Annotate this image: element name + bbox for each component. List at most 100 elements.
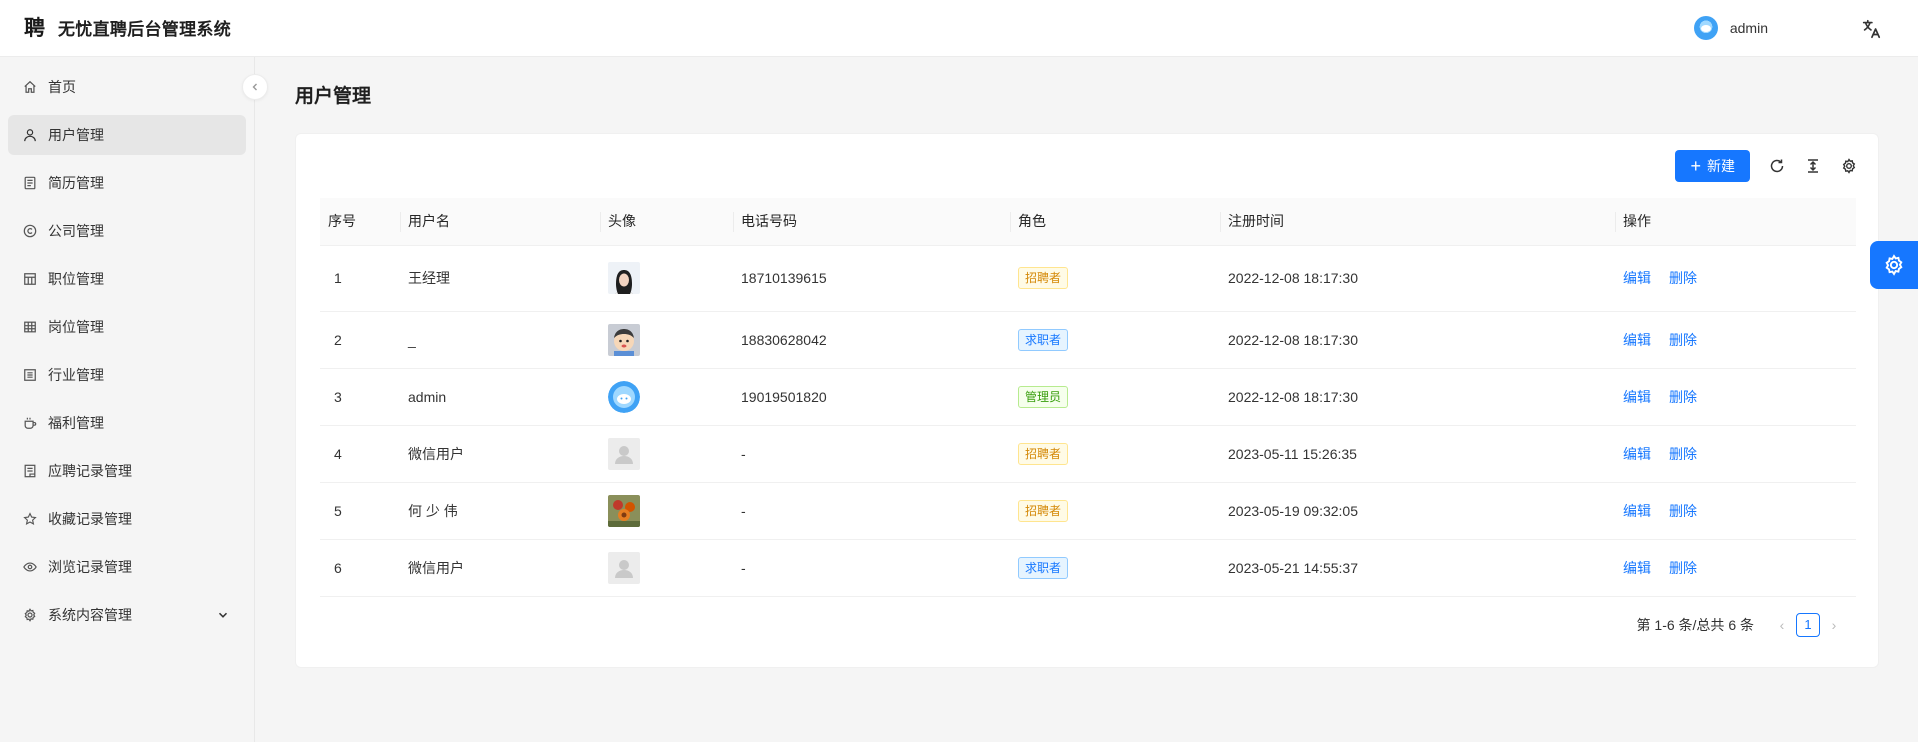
home-icon bbox=[22, 79, 38, 95]
role-tag: 招聘者 bbox=[1018, 499, 1069, 522]
cell-username: _ bbox=[400, 311, 600, 369]
user-icon bbox=[22, 127, 38, 143]
sidebar-item-label: 岗位管理 bbox=[48, 319, 104, 335]
eye-icon bbox=[22, 559, 38, 575]
avatar[interactable] bbox=[608, 551, 640, 584]
table-row: 1 王经理 18710139615 招聘者 2022-12-08 18:17:3… bbox=[320, 245, 1856, 312]
sidebar-item-home[interactable]: 首页 bbox=[8, 67, 246, 107]
reload-icon[interactable] bbox=[1768, 157, 1786, 175]
role-tag: 求职者 bbox=[1018, 556, 1069, 579]
new-button-label: 新建 bbox=[1707, 158, 1735, 174]
sidebar-item-benefits[interactable]: 福利管理 bbox=[8, 403, 246, 443]
avatar[interactable] bbox=[608, 494, 640, 527]
cell-username: 何 少 伟 bbox=[400, 482, 600, 540]
app-title: 无忧直聘后台管理系统 bbox=[58, 20, 231, 39]
avatar[interactable] bbox=[608, 437, 640, 470]
user-table: 序号 用户名 头像 电话号码 角色 注册时间 操作 1 王经理 18710139… bbox=[320, 198, 1856, 597]
brand[interactable]: 聘 无忧直聘后台管理系统 bbox=[24, 15, 231, 40]
cell-role: 招聘者 bbox=[1010, 245, 1220, 312]
column-header: 用户名 bbox=[400, 198, 600, 246]
next-page-icon[interactable]: › bbox=[1824, 617, 1844, 633]
edit-link[interactable]: 编辑 bbox=[1623, 389, 1651, 405]
sidebar-item-posts[interactable]: 岗位管理 bbox=[8, 307, 246, 347]
delete-link[interactable]: 删除 bbox=[1669, 446, 1697, 462]
table-toolbar: + 新建 bbox=[1675, 150, 1858, 182]
cell-avatar bbox=[600, 368, 733, 426]
sidebar-collapse-button[interactable] bbox=[242, 74, 268, 100]
avatar[interactable] bbox=[608, 323, 640, 356]
brand-logo: 聘 bbox=[24, 14, 45, 40]
gear-icon[interactable] bbox=[1840, 157, 1858, 175]
cell-role: 管理员 bbox=[1010, 368, 1220, 426]
avatar[interactable] bbox=[608, 262, 640, 294]
cell-register-time: 2022-12-08 18:17:30 bbox=[1220, 245, 1615, 312]
column-header: 注册时间 bbox=[1220, 198, 1615, 246]
cell-register-time: 2022-12-08 18:17:30 bbox=[1220, 311, 1615, 369]
new-button[interactable]: + 新建 bbox=[1675, 150, 1750, 182]
cell-avatar bbox=[600, 539, 733, 597]
edit-link[interactable]: 编辑 bbox=[1623, 446, 1651, 462]
main-content: 用户管理 + 新建 序号 用户名 头像 电话号码 角色 注册时间 操作 1 王经… bbox=[255, 57, 1918, 742]
prev-page-icon[interactable]: ‹ bbox=[1772, 617, 1792, 633]
column-header: 序号 bbox=[320, 198, 400, 246]
chevron-left-icon bbox=[252, 83, 257, 91]
user-menu[interactable]: admin bbox=[1693, 16, 1768, 40]
cell-register-time: 2023-05-11 15:26:35 bbox=[1220, 425, 1615, 483]
page-title: 用户管理 bbox=[295, 86, 372, 107]
delete-link[interactable]: 删除 bbox=[1669, 270, 1697, 286]
sidebar-item-views[interactable]: 浏览记录管理 bbox=[8, 547, 246, 587]
sidebar-item-companies[interactable]: 公司管理 bbox=[8, 211, 246, 251]
delete-link[interactable]: 删除 bbox=[1669, 503, 1697, 519]
record-icon bbox=[22, 463, 38, 479]
edit-link[interactable]: 编辑 bbox=[1623, 270, 1651, 286]
edit-link[interactable]: 编辑 bbox=[1623, 503, 1651, 519]
sidebar-item-positions[interactable]: 职位管理 bbox=[8, 259, 246, 299]
sidebar-item-applications[interactable]: 应聘记录管理 bbox=[8, 451, 246, 491]
plus-icon: + bbox=[1690, 156, 1701, 176]
table-header-row: 序号 用户名 头像 电话号码 角色 注册时间 操作 bbox=[320, 198, 1856, 246]
translate-icon[interactable] bbox=[1860, 18, 1882, 40]
list-icon bbox=[22, 367, 38, 383]
role-tag: 管理员 bbox=[1018, 385, 1069, 408]
chevron-down-icon[interactable] bbox=[216, 608, 230, 622]
delete-link[interactable]: 删除 bbox=[1669, 560, 1697, 576]
cell-role: 求职者 bbox=[1010, 311, 1220, 369]
cell-username: 王经理 bbox=[400, 245, 600, 312]
pagination: 第 1-6 条/总共 6 条 ‹ 1 › bbox=[1637, 613, 1848, 637]
avatar[interactable] bbox=[1693, 16, 1718, 40]
sidebar-item-favorites[interactable]: 收藏记录管理 bbox=[8, 499, 246, 539]
sidebar-item-resumes[interactable]: 简历管理 bbox=[8, 163, 246, 203]
sidebar-item-users[interactable]: 用户管理 bbox=[8, 115, 246, 155]
edit-link[interactable]: 编辑 bbox=[1623, 332, 1651, 348]
sidebar-item-industries[interactable]: 行业管理 bbox=[8, 355, 246, 395]
sidebar-menu: 首页 用户管理 简历管理 公司管理 职位管理 岗位管理 行业管理 福利管理 应聘… bbox=[8, 67, 246, 643]
page-number[interactable]: 1 bbox=[1796, 613, 1820, 637]
edit-link[interactable]: 编辑 bbox=[1623, 560, 1651, 576]
sidebar: 首页 用户管理 简历管理 公司管理 职位管理 岗位管理 行业管理 福利管理 应聘… bbox=[0, 57, 255, 742]
column-header: 操作 bbox=[1615, 198, 1856, 246]
delete-link[interactable]: 删除 bbox=[1669, 389, 1697, 405]
pagination-summary: 第 1-6 条/总共 6 条 bbox=[1636, 617, 1754, 633]
resume-icon bbox=[22, 175, 38, 191]
delete-link[interactable]: 删除 bbox=[1669, 332, 1697, 348]
cell-phone: - bbox=[733, 539, 1010, 597]
cell-actions: 编辑 删除 bbox=[1615, 245, 1856, 312]
cell-username: 微信用户 bbox=[400, 425, 600, 483]
column-header: 头像 bbox=[600, 198, 733, 246]
sidebar-item-system-content[interactable]: 系统内容管理 bbox=[8, 595, 246, 635]
settings-drawer-button[interactable] bbox=[1870, 241, 1918, 289]
top-header: 聘 无忧直聘后台管理系统 admin bbox=[0, 0, 1918, 57]
cell-phone: - bbox=[733, 425, 1010, 483]
cell-role: 求职者 bbox=[1010, 539, 1220, 597]
table-row: 6 微信用户 - 求职者 2023-05-21 14:55:37 编辑 删除 bbox=[320, 539, 1856, 597]
gear-icon bbox=[1885, 254, 1903, 276]
cell-actions: 编辑 删除 bbox=[1615, 425, 1856, 483]
avatar[interactable] bbox=[608, 380, 640, 413]
column-height-icon[interactable] bbox=[1804, 157, 1822, 175]
cell-index: 4 bbox=[320, 425, 400, 483]
column-header: 角色 bbox=[1010, 198, 1220, 246]
sidebar-item-label: 系统内容管理 bbox=[48, 607, 132, 623]
sidebar-item-label: 浏览记录管理 bbox=[48, 559, 132, 575]
column-header: 电话号码 bbox=[733, 198, 1010, 246]
cell-actions: 编辑 删除 bbox=[1615, 482, 1856, 540]
